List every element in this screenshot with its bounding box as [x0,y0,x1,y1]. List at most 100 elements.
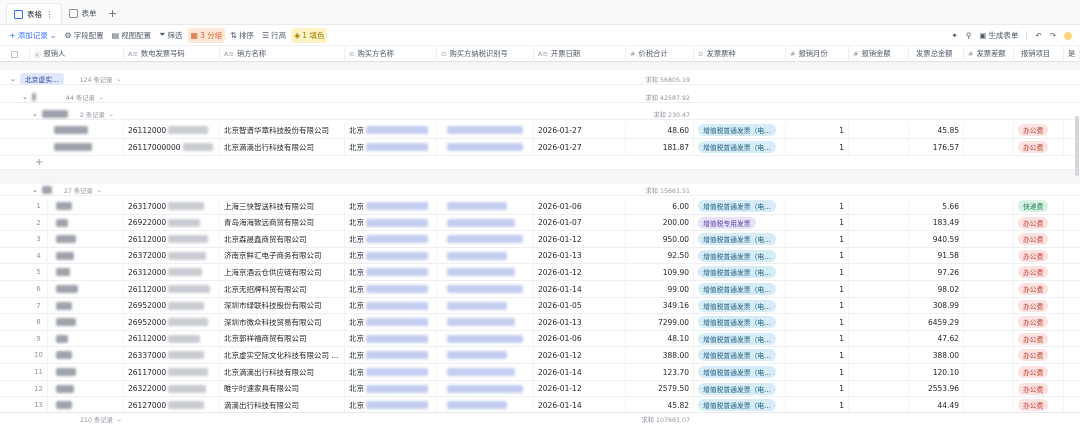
chevron-down-icon[interactable]: ⌄ [117,416,122,423]
table-row[interactable]: 8 26952000 深圳市微众科技贸易有限公司 北京 2026-01-13 7299.0… [0,314,1080,331]
group-header-l2[interactable]: ⌄ 44 条记录 ⌄ 求和 42587.92 [0,91,1080,103]
project-tag: 办公费 [1018,332,1049,345]
table-row[interactable]: 7 26952000 深圳市绿联科技股份有限公司 北京 2026-01-05 349.16… [0,297,1080,315]
filter-label: 筛选 [167,30,183,40]
sparkle-icon[interactable]: ✦ [952,31,958,40]
seller-cell: 北京智谱华章科技股份有限公司 [220,122,345,138]
col-header-invoice-date[interactable]: A≡ 开票日期 [534,46,626,62]
invoice-type-tag: 增值税普通发票（电... [698,366,776,378]
add-record-button[interactable]: + 添加记录 ⌄ [6,28,59,43]
chevron-down-icon[interactable]: ⌄ [109,111,114,118]
chevron-down-icon[interactable]: ⌄ [32,186,38,194]
table-row[interactable]: 26117000000 北京滴滴出行科技有限公司 北京 2026-01-27 1… [0,139,1080,156]
invoice-total-cell: 940.59 [909,231,964,248]
redo-icon[interactable]: ↷ [1050,31,1056,40]
group-header-l1[interactable]: ⌄ 北京虚实... 124 条记录 ⌄ 求和 56805.19 [0,73,1080,85]
group-label: 3 分组 [200,30,223,40]
col-header-total[interactable]: # 价税合计 [626,46,694,62]
group-header-l3[interactable]: ⌄ 27 条记录 ⌄ 求和 15661.51 [0,184,1080,196]
chevron-down-icon[interactable]: ⌄ [10,75,16,83]
col-header-reimburse-amount[interactable]: # 报销金额 [849,46,909,62]
total-cell: 200.00 [626,214,694,231]
group-button[interactable]: ▦ 3 分组 [187,27,226,43]
col-header-invoice-number[interactable]: A≡ 数电发票号码 [124,46,220,62]
table-row[interactable]: 4 26372000 济南京鲜汇电子商务有限公司 北京 2026-01-13 92.50 增… [0,247,1080,265]
field-config-button[interactable]: ⚙ 字段配置 [61,28,106,43]
redacted [168,285,211,293]
table-row[interactable]: 12 26322000 睢宁时速家具有限公司 北京 2026-01-12 2579.50 增… [0,380,1080,398]
difference-cell [964,297,1014,314]
chevron-down-icon[interactable]: ⌄ [22,93,28,101]
filter-button[interactable]: ⏷ 筛选 [156,28,185,43]
col-header-reporter[interactable]: Ⓐ 报销人 [30,46,124,62]
chevron-down-icon[interactable]: ⌄ [99,94,104,101]
table-row[interactable]: 5 26312000 上海京酒云仓供应链有限公司 北京 2026-01-12 109.90… [0,264,1080,281]
table-row[interactable]: 9 26112000 北京郭祥福商贸有限公司 北京 2026-01-06 48.10 增值税… [0,330,1080,348]
redacted [168,384,207,393]
table-row[interactable]: 2 26922000 青岛海海致远商贸有限公司 北京 2026-01-07 200.00 增… [0,214,1080,232]
difference-cell [964,231,1014,248]
col-header-difference[interactable]: # 发票差额 [964,46,1014,62]
invoice-total-cell: 44.49 [909,397,964,414]
add-row-button[interactable]: + [0,156,1080,170]
col-header-buyer-taxid[interactable]: ⊙ 购买方纳税识别号 [437,46,534,62]
col-header-invoice-total[interactable]: 发票总金额 [909,46,964,62]
col-header-project[interactable]: 报销项目 [1014,46,1064,62]
invoice-number-cell: 26117000 [124,364,220,380]
col-header-buyer[interactable]: ⊙ 购买方名称 [345,46,437,62]
invoice-number-cell: 26952000 [124,297,220,314]
sort-button[interactable]: ⇅ 排序 [227,28,257,43]
invoice-number: 26112000 [128,284,167,294]
chevron-down-icon[interactable]: ⌄ [32,110,38,118]
taxid-cell [437,347,534,364]
more-icon[interactable]: ⋮ [46,10,54,19]
invoice-number: 26317000 [128,201,167,211]
month-cell: 1 [786,380,849,397]
table-row[interactable]: 11 26117000 北京滴滴出行科技有限公司 北京 2026-01-14 123.70… [0,364,1080,381]
redacted [54,143,92,151]
invoice-number-cell: 26127000 [124,397,220,414]
invoice-type-cell: 增值税普通发票（电... [694,264,786,281]
table-row[interactable]: 10 26337000 北京虚实空际文化科技有限公司 ... 北京 2026-01-12… [0,347,1080,364]
table-row[interactable]: 26112000 北京智谱华章科技股份有限公司 北京 2026-01-27 48… [0,122,1080,139]
invoice-type-cell: 增值税普通发票（电... [694,122,786,138]
redacted [366,318,428,327]
invoice-number-cell: 26952000 [124,314,220,331]
select-all-checkbox[interactable] [0,46,30,62]
invoice-type-tag: 增值税普通发票（电... [698,266,776,279]
taxid-cell [437,231,534,248]
col-header-invoice-type[interactable]: ⊙ 发票票种 [694,46,786,62]
table-row[interactable]: 3 26112000 北京森晟鑫商贸有限公司 北京 2026-01-12 950.00 增值… [0,231,1080,248]
chevron-down-icon[interactable]: ⌄ [116,76,121,83]
project-cell: 办公费 [1014,397,1064,414]
taxid-cell [437,380,534,397]
difference-cell [964,139,1014,155]
search-icon[interactable]: ⚲ [966,31,972,40]
row-height-button[interactable]: ☰ 行高 [259,28,289,43]
table-row[interactable]: 6 26112000 北京无招牌科贸有限公司 北京 2026-01-14 99.00 增值税… [0,281,1080,298]
redacted [366,126,428,134]
col-header-seller[interactable]: A≡ 销方名称 [220,46,345,62]
vertical-scrollbar[interactable] [1075,116,1079,176]
col-header-month[interactable]: # 报销月份 [786,46,849,62]
invoice-number: 26337000 [128,350,167,360]
project-tag: 办公费 [1018,316,1049,329]
undo-icon[interactable]: ↶ [1035,31,1041,40]
table-row[interactable]: 1 26317000 上海三快智送科技有限公司 北京 2026-01-06 6.00 增值税… [0,198,1080,215]
redacted [56,202,72,210]
collaborator-avatar[interactable] [1064,31,1072,40]
redacted [56,401,72,410]
col-header-extra[interactable]: 是 [1064,46,1080,62]
add-view-icon[interactable]: + [104,3,122,24]
chevron-down-icon[interactable]: ⌄ [97,187,102,194]
fill-color-button[interactable]: ◈ 1 填色 [291,27,328,43]
redacted [56,334,68,343]
reimburse-cell [849,247,909,264]
field-type-icon: ⊙ [349,50,355,58]
tab-table[interactable]: 表格 ⋮ [6,3,62,24]
group-header-l3[interactable]: ⌄ 2 条记录 ⌄ 求和 230.47 [0,108,1080,120]
generate-form-button[interactable]: ▣ 生成表单 [979,30,1018,41]
tab-form[interactable]: 表单 [62,3,104,24]
reporter-cell [48,264,124,281]
view-config-button[interactable]: ▤ 视图配置 [109,28,155,43]
